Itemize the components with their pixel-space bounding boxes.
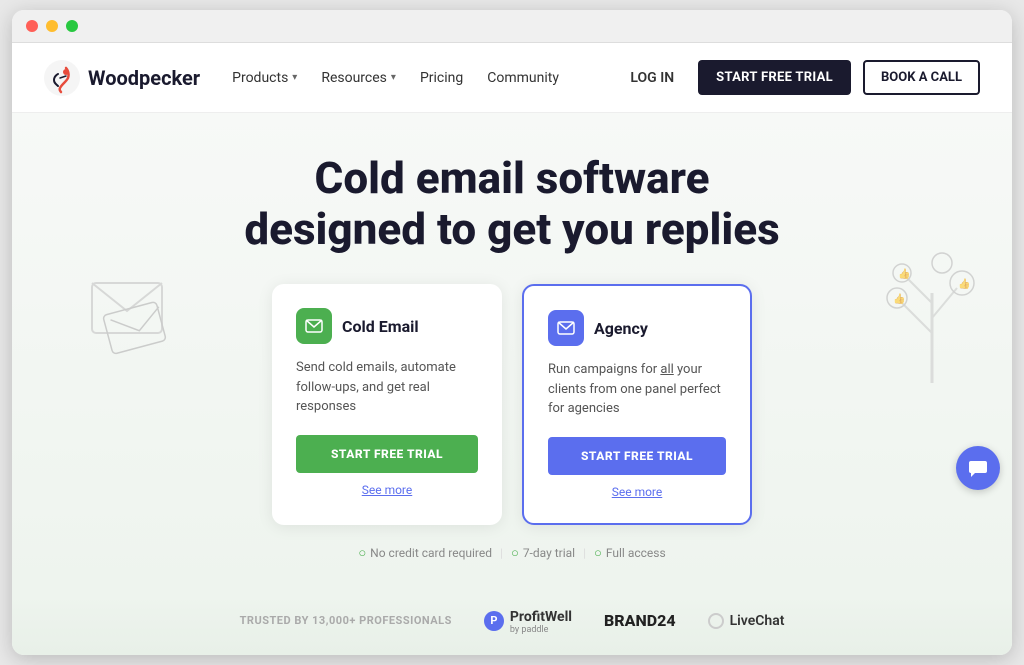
start-free-trial-button[interactable]: START FREE TRIAL	[698, 60, 851, 95]
livechat-icon	[708, 613, 724, 629]
browser-chrome	[12, 10, 1012, 43]
navbar: Woodpecker Products ▾ Resources ▾ Pricin…	[12, 43, 1012, 113]
profitwell-logo: P ProfitWell by paddle	[484, 607, 572, 635]
card-header: Agency	[548, 310, 726, 346]
trust-full-access: ○ Full access	[594, 545, 666, 561]
agency-see-more[interactable]: See more	[548, 485, 726, 499]
agency-card: Agency Run campaigns for all your client…	[522, 284, 752, 525]
livechat-logo: LiveChat	[708, 613, 785, 629]
cold-email-card: Cold Email Send cold emails, automate fo…	[272, 284, 502, 525]
trust-bar: ○ No credit card required | ○ 7-day tria…	[44, 545, 980, 561]
cold-email-trial-button[interactable]: START FREE TRIAL	[296, 435, 478, 473]
check-icon: ○	[358, 545, 366, 561]
trusted-label: TRUSTED BY 13,000+ PROFESSIONALS	[240, 614, 452, 627]
agency-icon	[548, 310, 584, 346]
hero-title: Cold email software designed to get you …	[187, 153, 837, 254]
brand24-logo: BRAND24	[604, 611, 676, 630]
book-call-button[interactable]: BOOK A CALL	[863, 60, 980, 95]
cold-email-see-more[interactable]: See more	[296, 483, 478, 497]
trust-7-day: ○ 7-day trial	[511, 545, 575, 561]
check-icon: ○	[511, 545, 519, 561]
maximize-dot[interactable]	[66, 20, 78, 32]
nav-links: Products ▾ Resources ▾ Pricing Community	[232, 70, 618, 86]
woodpecker-logo-icon	[44, 60, 80, 96]
hero-section: 👍 👍 👍 Cold email software designed to ge…	[12, 113, 1012, 595]
nav-products[interactable]: Products ▾	[232, 70, 297, 86]
cold-email-icon	[296, 308, 332, 344]
nav-actions: LOG IN START FREE TRIAL BOOK A CALL	[618, 60, 980, 95]
minimize-dot[interactable]	[46, 20, 58, 32]
cold-email-title: Cold Email	[342, 317, 419, 336]
browser-window: Woodpecker Products ▾ Resources ▾ Pricin…	[12, 10, 1012, 655]
close-dot[interactable]	[26, 20, 38, 32]
card-header: Cold Email	[296, 308, 478, 344]
nav-pricing[interactable]: Pricing	[420, 70, 463, 86]
check-icon: ○	[594, 545, 602, 561]
trust-no-credit-card: ○ No credit card required	[358, 545, 492, 561]
logo-area[interactable]: Woodpecker	[44, 60, 200, 96]
nav-resources[interactable]: Resources ▾	[321, 70, 396, 86]
svg-text:👍: 👍	[898, 267, 910, 280]
nav-community[interactable]: Community	[487, 70, 559, 86]
agency-trial-button[interactable]: START FREE TRIAL	[548, 437, 726, 475]
login-button[interactable]: LOG IN	[618, 62, 686, 94]
partners-bar: TRUSTED BY 13,000+ PROFESSIONALS P Profi…	[12, 595, 1012, 655]
agency-title: Agency	[594, 319, 648, 338]
chevron-down-icon: ▾	[292, 72, 297, 83]
logo-text: Woodpecker	[88, 66, 200, 90]
product-cards: Cold Email Send cold emails, automate fo…	[44, 284, 980, 525]
chevron-down-icon: ▾	[391, 72, 396, 83]
cold-email-desc: Send cold emails, automate follow-ups, a…	[296, 358, 478, 417]
agency-desc: Run campaigns for all your clients from …	[548, 360, 726, 419]
profitwell-icon: P	[484, 611, 504, 631]
